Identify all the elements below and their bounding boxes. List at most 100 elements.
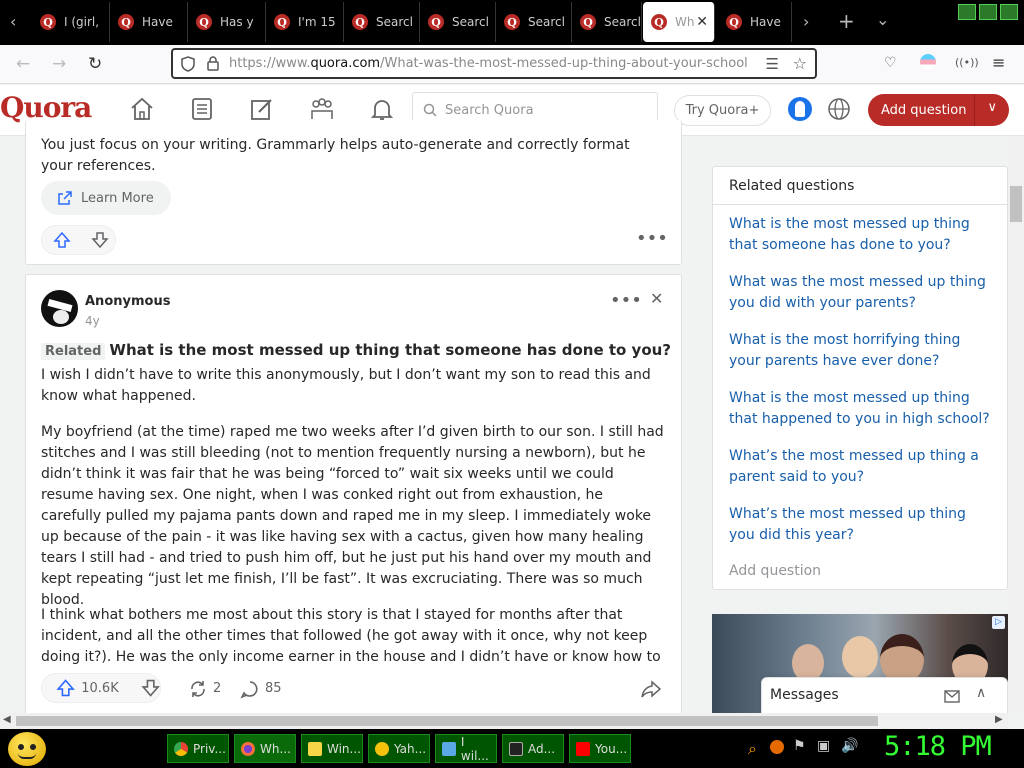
maximize-button[interactable] xyxy=(979,4,997,20)
horizontal-scrollbar[interactable]: ◀ ▶ xyxy=(0,713,1008,729)
related-question-link[interactable]: What is the most horrifying thing your p… xyxy=(729,330,994,372)
shield-icon[interactable] xyxy=(181,55,195,72)
taskbar-item-chrome[interactable]: Priv... xyxy=(167,734,229,763)
reader-view-icon[interactable]: ☰ xyxy=(766,55,779,73)
search-tray-icon[interactable]: ⌕ xyxy=(748,739,757,759)
related-question-link[interactable]: What is the most messed up thing that ha… xyxy=(729,388,994,430)
related-question-link[interactable]: What’s the most messed up thing a parent… xyxy=(729,446,994,488)
quora-tab-icon: Q xyxy=(118,14,134,30)
browser-tab[interactable]: Q Searcl xyxy=(344,2,420,42)
browser-tab-active[interactable]: Q Wh ✕ xyxy=(643,2,715,42)
pocket-icon[interactable]: ♡ xyxy=(884,55,897,71)
start-button[interactable] xyxy=(8,732,46,766)
notifications-bell-icon[interactable] xyxy=(369,96,395,122)
browser-tab[interactable]: Q I'm 15 xyxy=(266,2,344,42)
upvote-count: 10.6K xyxy=(81,680,119,696)
tab-scroll-right-icon[interactable]: › xyxy=(803,12,809,31)
browser-tab[interactable]: QI (girl, xyxy=(32,2,110,42)
related-tag: Related xyxy=(41,343,106,360)
vertical-scrollbar[interactable] xyxy=(1008,136,1024,713)
home-icon[interactable] xyxy=(129,96,155,122)
browser-tab[interactable]: Q Searcl xyxy=(420,2,496,42)
clock[interactable]: 5:18 PM xyxy=(884,731,992,762)
related-question[interactable]: Related What is the most messed up thing … xyxy=(41,340,671,362)
browser-tab[interactable]: Q Have xyxy=(718,2,792,42)
related-question-link[interactable]: What is the most messed up thing that so… xyxy=(729,214,994,256)
minimize-button[interactable] xyxy=(958,4,976,20)
browser-tab[interactable]: Q Have xyxy=(110,2,188,42)
ad-choices-icon[interactable]: ▷ xyxy=(992,616,1005,629)
share-arrow-icon[interactable] xyxy=(640,679,662,699)
new-tab-icon[interactable]: + xyxy=(838,9,855,33)
author-name[interactable]: Anonymous xyxy=(85,294,170,309)
upvote-icon[interactable] xyxy=(53,231,71,249)
list-tabs-icon[interactable]: ⌄ xyxy=(876,10,889,29)
chevron-down-icon[interactable]: ∨ xyxy=(987,100,997,115)
browser-tab[interactable]: Q Searcl xyxy=(496,2,572,42)
browser-tab[interactable]: Q Searcl xyxy=(572,2,642,42)
more-options-icon[interactable]: ••• xyxy=(636,228,668,249)
network-icon[interactable]: ▣ xyxy=(817,738,830,754)
account-icon[interactable] xyxy=(920,54,936,70)
close-icon[interactable]: ✕ xyxy=(650,289,663,308)
spaces-icon[interactable] xyxy=(309,96,335,122)
menu-icon[interactable]: ≡ xyxy=(992,53,1005,72)
downvote-icon[interactable] xyxy=(91,231,109,249)
taskbar-item-firefox[interactable]: Wh... xyxy=(234,734,296,763)
add-question-link[interactable]: Add question xyxy=(729,563,821,579)
browser-tab-strip: ‹ QI (girl, Q Have Q Has y Q I'm 15 Q Searcl… xyxy=(0,0,1024,45)
close-tab-icon[interactable]: ✕ xyxy=(696,14,708,30)
learn-more-button[interactable]: Learn More xyxy=(41,181,171,215)
bookmark-star-icon[interactable]: ☆ xyxy=(793,54,807,73)
tab-scroll-left-icon[interactable]: ‹ xyxy=(10,12,16,31)
taskbar-item-yahoo[interactable]: Yah... xyxy=(368,734,430,763)
scroll-left-icon[interactable]: ◀ xyxy=(3,714,11,725)
smiley-icon xyxy=(375,741,389,756)
volume-icon[interactable]: 🔊 xyxy=(841,738,858,754)
comment-count: 85 xyxy=(265,681,282,696)
quora-tab-icon: Q xyxy=(428,14,444,30)
chevron-up-icon[interactable]: ∧ xyxy=(976,685,986,701)
quora-tab-icon: Q xyxy=(580,14,596,30)
scroll-right-icon[interactable]: ▶ xyxy=(995,714,1003,725)
browser-tab[interactable]: Q Has y xyxy=(188,2,266,42)
close-window-button[interactable] xyxy=(1000,4,1018,20)
tray-app-icon[interactable] xyxy=(770,740,784,754)
upvote-icon[interactable] xyxy=(56,678,75,698)
reload-icon[interactable]: ↻ xyxy=(88,54,102,74)
answer-icon[interactable] xyxy=(249,96,275,122)
taskbar: Priv... Wh... Win... Yah... I wil... Ad.… xyxy=(0,729,1024,768)
address-bar[interactable]: https://www. quora.com/What-was-the-most-… xyxy=(171,48,817,79)
answer-paragraph: My boyfriend (at the time) raped me two … xyxy=(41,424,664,608)
lock-icon[interactable] xyxy=(207,56,219,71)
taskbar-item-editor[interactable]: I wil... xyxy=(435,734,497,763)
anonymous-avatar[interactable] xyxy=(41,290,78,327)
back-icon[interactable]: ← xyxy=(16,54,30,74)
more-options-icon[interactable]: ••• xyxy=(610,290,642,311)
globe-icon[interactable] xyxy=(827,97,851,121)
comment-icon[interactable] xyxy=(240,679,260,699)
window-controls xyxy=(958,4,1018,20)
downvote-icon[interactable] xyxy=(141,678,160,698)
taskbar-item-cmd[interactable]: Ad... xyxy=(502,734,564,763)
compose-message-icon[interactable] xyxy=(944,688,962,704)
forward-icon[interactable]: → xyxy=(52,54,66,74)
answer-age[interactable]: 4y xyxy=(85,314,100,328)
scrollbar-thumb[interactable] xyxy=(16,716,878,726)
add-question-button[interactable]: Add question ∨ xyxy=(868,94,1009,126)
messages-dock[interactable]: Messages ∧ xyxy=(761,677,1008,713)
avatar[interactable] xyxy=(788,97,812,121)
taskbar-item-youtube[interactable]: You... xyxy=(569,734,631,763)
try-quora-plus-button[interactable]: Try Quora+ xyxy=(674,95,771,126)
share-loop-icon[interactable] xyxy=(188,679,208,699)
related-question-link[interactable]: What was the most messed up thing you di… xyxy=(729,272,994,314)
extension-icon[interactable]: ((•)) xyxy=(955,56,979,69)
youtube-icon xyxy=(576,741,590,756)
answer-paragraph: I think what bothers me most about this … xyxy=(41,607,661,665)
following-icon[interactable] xyxy=(189,96,215,122)
related-question-link[interactable]: What’s the most messed up thing you did … xyxy=(729,504,994,546)
quora-tab-icon: Q xyxy=(504,14,520,30)
scrollbar-thumb[interactable] xyxy=(1010,186,1022,222)
flag-icon[interactable]: ⚑ xyxy=(793,738,806,754)
taskbar-item-windows[interactable]: Win... xyxy=(301,734,363,763)
